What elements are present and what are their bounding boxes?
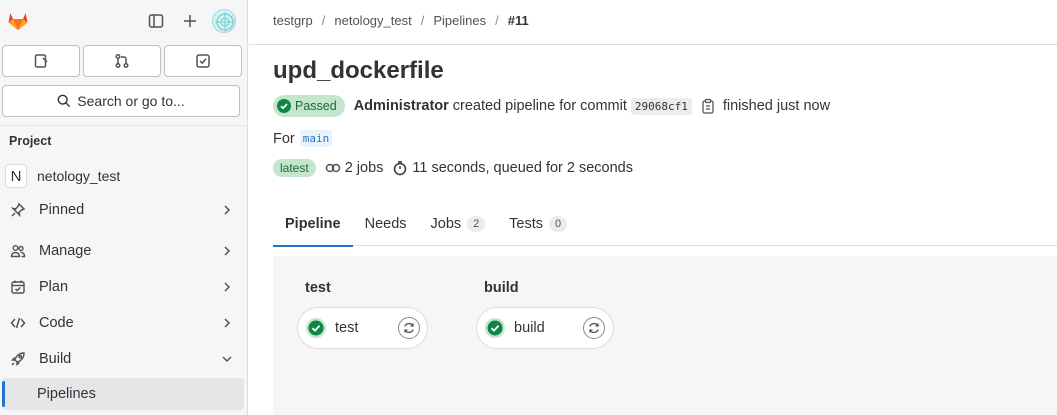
project-name: netology_test (37, 168, 121, 184)
tab-label: Needs (364, 216, 407, 232)
pipeline-tabs: Pipeline Needs Jobs 2 Tests 0 (273, 202, 1057, 247)
ref-line: For main (273, 130, 333, 147)
check-circle-icon (277, 99, 291, 113)
gitlab-logo-icon[interactable] (6, 8, 30, 32)
merge-requests-button[interactable] (83, 45, 161, 77)
pin-icon (8, 200, 28, 220)
jobs-count: 2 jobs (325, 160, 384, 176)
breadcrumb-current[interactable]: #11 (508, 13, 529, 28)
users-icon (8, 241, 28, 261)
page-title: upd_dockerfile (273, 57, 444, 84)
breadcrumb-project[interactable]: netology_test (334, 13, 411, 28)
project-avatar: N (5, 164, 27, 188)
author-link[interactable]: Administrator (354, 98, 449, 114)
stage-column: build build (476, 280, 614, 349)
commit-sha-link[interactable]: 29068cf1 (630, 97, 692, 115)
sidebar-item-label: Code (39, 315, 74, 331)
tab-needs[interactable]: Needs (353, 202, 419, 246)
ref-link[interactable]: main (299, 130, 333, 147)
chevron-down-icon (220, 352, 234, 370)
calendar-icon (8, 277, 28, 297)
for-label: For (273, 130, 295, 147)
tab-count-badge: 0 (549, 216, 568, 232)
jobs-text: 2 jobs (344, 160, 384, 176)
tab-count-badge: 2 (467, 216, 486, 232)
stage-column: test test (297, 280, 428, 349)
tab-pipeline[interactable]: Pipeline (273, 202, 353, 247)
retry-icon[interactable] (583, 317, 605, 339)
search-button[interactable]: Search or go to... (2, 85, 240, 117)
pipeline-status-line: Passed Administrator created pipeline fo… (273, 95, 830, 117)
sidebar-header (0, 0, 248, 40)
job-pill[interactable]: build (476, 307, 614, 349)
stage-title: build (484, 280, 519, 296)
merge-request-icon (115, 53, 129, 69)
tab-jobs[interactable]: Jobs 2 (419, 202, 498, 246)
retry-icon[interactable] (398, 317, 420, 339)
tab-tests[interactable]: Tests 0 (497, 202, 579, 246)
sidebar-divider (0, 125, 248, 126)
success-status-icon (306, 318, 326, 338)
code-icon (8, 313, 28, 333)
tab-label: Jobs (430, 216, 462, 232)
sidebar-counters (2, 45, 242, 77)
tab-label: Tests (509, 216, 544, 232)
tab-label: Pipeline (285, 216, 341, 232)
search-icon (57, 94, 71, 108)
job-name: test (335, 320, 359, 336)
breadcrumb: testgrp / netology_test / Pipelines / #1… (273, 13, 529, 28)
sidebar-item-label: Pinned (39, 202, 85, 218)
sidebar-item-plan[interactable]: Plan (4, 271, 244, 303)
latest-badge: latest (273, 159, 316, 177)
todo-icon (196, 54, 210, 68)
sidebar-item-label: Manage (39, 243, 92, 259)
stage-title: test (305, 280, 331, 296)
sidebar-item-label: Plan (39, 279, 69, 295)
copy-icon[interactable] (701, 98, 715, 114)
chevron-right-icon (220, 244, 234, 262)
sidebar-item-build[interactable]: Build (4, 343, 244, 375)
user-avatar[interactable] (212, 9, 236, 33)
breadcrumb-separator: / (321, 13, 326, 28)
sidebar-subitem-label: Pipelines (37, 386, 96, 402)
job-pill[interactable]: test (297, 307, 428, 349)
finished-text: finished just now (722, 98, 831, 114)
chevron-right-icon (220, 316, 234, 334)
issues-button[interactable] (2, 45, 80, 77)
pipeline-action-text: created pipeline for commit (452, 98, 627, 114)
rocket-icon (8, 349, 28, 369)
pipeline-graph: test test build build (273, 256, 1057, 415)
sidebar-item-manage[interactable]: Manage (4, 235, 244, 267)
todos-button[interactable] (164, 45, 242, 77)
sidebar-toggle-icon[interactable] (143, 8, 169, 34)
search-label: Search or go to... (77, 93, 185, 109)
sidebar-project-link[interactable]: N netology_test (5, 163, 243, 189)
header-divider (249, 44, 1057, 45)
duration-text: 11 seconds, queued for 2 seconds (412, 160, 633, 176)
timer-icon (394, 161, 407, 176)
sidebar-section-title: Project (9, 134, 52, 148)
link-icon (325, 163, 340, 173)
plus-icon[interactable] (177, 8, 203, 34)
sidebar-item-pipelines[interactable]: Pipelines (2, 378, 244, 410)
issues-icon (34, 54, 48, 68)
chevron-right-icon (220, 203, 234, 221)
duration-info: 11 seconds, queued for 2 seconds (392, 160, 633, 176)
breadcrumb-separator: / (420, 13, 425, 28)
status-label: Passed (295, 99, 337, 113)
chevron-right-icon (220, 280, 234, 298)
breadcrumb-separator: / (495, 13, 499, 28)
sidebar-item-pinned[interactable]: Pinned (4, 194, 244, 226)
success-status-icon (485, 318, 505, 338)
breadcrumb-group[interactable]: testgrp (273, 13, 313, 28)
job-name: build (514, 320, 545, 336)
sidebar-item-label: Build (39, 351, 72, 367)
sidebar: Search or go to... Project N netology_te… (0, 0, 248, 415)
sidebar-item-code[interactable]: Code (4, 307, 244, 339)
pipeline-meta-line: latest 2 jobs 11 seconds, queued for 2 s… (273, 158, 633, 178)
status-badge[interactable]: Passed (273, 95, 345, 117)
main-content: testgrp / netology_test / Pipelines / #1… (249, 0, 1057, 415)
breadcrumb-pipelines[interactable]: Pipelines (433, 13, 486, 28)
